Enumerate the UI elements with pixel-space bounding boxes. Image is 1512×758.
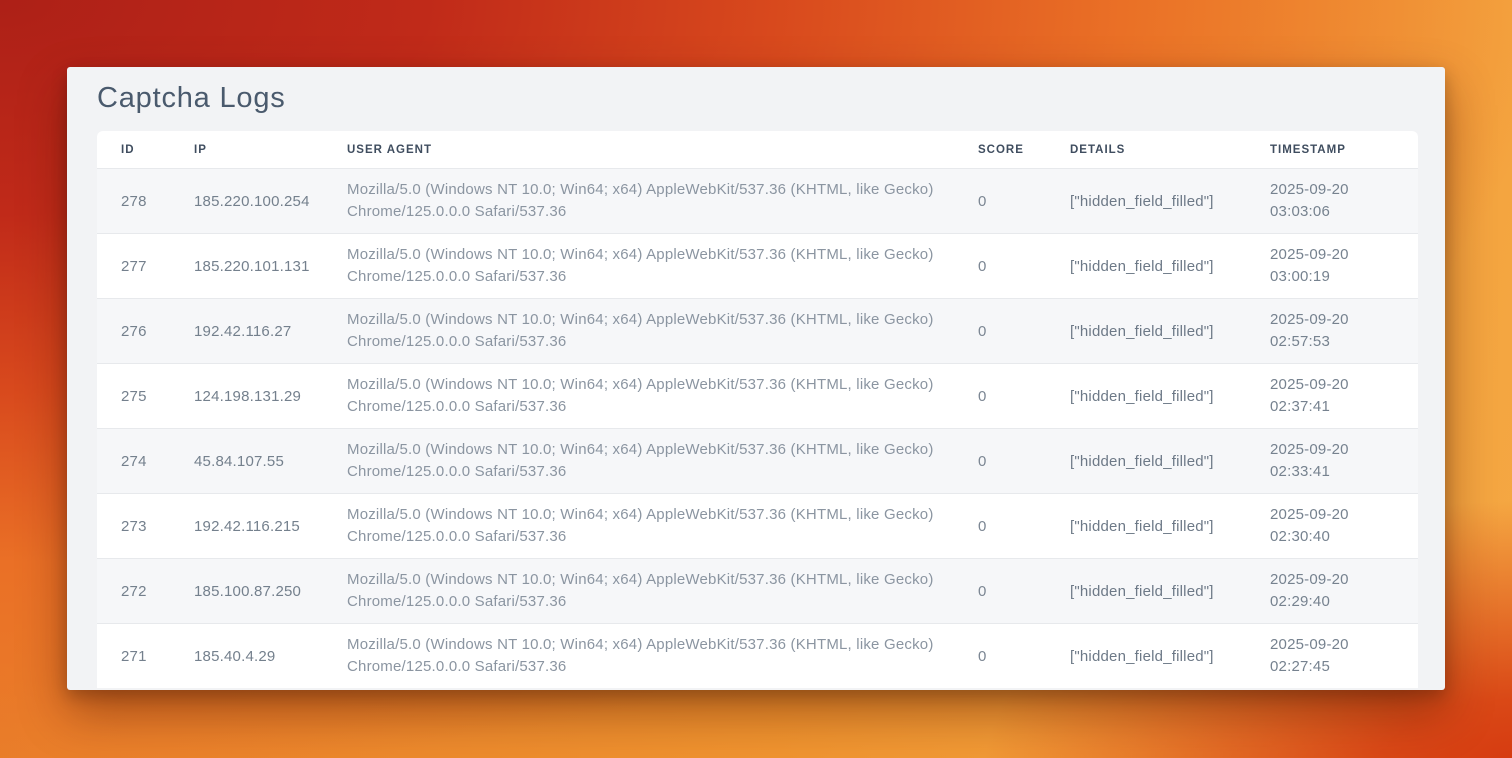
table-row: 271 185.40.4.29 Mozilla/5.0 (Windows NT … (97, 623, 1418, 688)
timestamp-time: 02:27:45 (1270, 656, 1418, 678)
cell-ip: 185.40.4.29 (170, 624, 323, 688)
table-row: 272 185.100.87.250 Mozilla/5.0 (Windows … (97, 558, 1418, 623)
user-agent-line2: Chrome/125.0.0.0 Safari/537.36 (347, 331, 954, 353)
table-body: 278 185.220.100.254 Mozilla/5.0 (Windows… (97, 168, 1418, 688)
cell-timestamp: 2025-09-20 03:00:19 (1246, 234, 1418, 298)
cell-id: 278 (97, 169, 170, 233)
cell-user-agent: Mozilla/5.0 (Windows NT 10.0; Win64; x64… (323, 234, 954, 298)
cell-score: 0 (954, 299, 1046, 363)
cell-score: 0 (954, 169, 1046, 233)
timestamp-date: 2025-09-20 (1270, 634, 1418, 656)
cell-timestamp: 2025-09-20 03:03:06 (1246, 169, 1418, 233)
captcha-logs-table: ID IP USER AGENT SCORE DETAILS TIMESTAMP… (97, 131, 1418, 688)
timestamp-time: 02:57:53 (1270, 331, 1418, 353)
user-agent-line2: Chrome/125.0.0.0 Safari/537.36 (347, 656, 954, 678)
cell-timestamp: 2025-09-20 02:29:40 (1246, 559, 1418, 623)
table-row: 276 192.42.116.27 Mozilla/5.0 (Windows N… (97, 298, 1418, 363)
column-header-details: DETAILS (1046, 131, 1246, 168)
timestamp-time: 02:37:41 (1270, 396, 1418, 418)
cell-score: 0 (954, 234, 1046, 298)
cell-details: ["hidden_field_filled"] (1046, 624, 1246, 688)
cell-ip: 124.198.131.29 (170, 364, 323, 428)
table-row: 274 45.84.107.55 Mozilla/5.0 (Windows NT… (97, 428, 1418, 493)
cell-id: 275 (97, 364, 170, 428)
timestamp-time: 02:30:40 (1270, 526, 1418, 548)
cell-details: ["hidden_field_filled"] (1046, 364, 1246, 428)
cell-score: 0 (954, 624, 1046, 688)
column-header-score: SCORE (954, 131, 1046, 168)
cell-details: ["hidden_field_filled"] (1046, 299, 1246, 363)
timestamp-date: 2025-09-20 (1270, 439, 1418, 461)
cell-score: 0 (954, 494, 1046, 558)
cell-ip: 185.220.100.254 (170, 169, 323, 233)
user-agent-line1: Mozilla/5.0 (Windows NT 10.0; Win64; x64… (347, 569, 954, 591)
column-header-user-agent: USER AGENT (323, 131, 954, 168)
column-header-id: ID (97, 131, 170, 168)
column-header-ip: IP (170, 131, 323, 168)
timestamp-time: 03:00:19 (1270, 266, 1418, 288)
page-title: Captcha Logs (67, 67, 1445, 131)
user-agent-line2: Chrome/125.0.0.0 Safari/537.36 (347, 201, 954, 223)
timestamp-time: 02:29:40 (1270, 591, 1418, 613)
table-row: 275 124.198.131.29 Mozilla/5.0 (Windows … (97, 363, 1418, 428)
user-agent-line2: Chrome/125.0.0.0 Safari/537.36 (347, 396, 954, 418)
user-agent-line2: Chrome/125.0.0.0 Safari/537.36 (347, 526, 954, 548)
cell-id: 276 (97, 299, 170, 363)
cell-details: ["hidden_field_filled"] (1046, 559, 1246, 623)
cell-timestamp: 2025-09-20 02:33:41 (1246, 429, 1418, 493)
user-agent-line2: Chrome/125.0.0.0 Safari/537.36 (347, 591, 954, 613)
timestamp-date: 2025-09-20 (1270, 374, 1418, 396)
cell-user-agent: Mozilla/5.0 (Windows NT 10.0; Win64; x64… (323, 169, 954, 233)
user-agent-line2: Chrome/125.0.0.0 Safari/537.36 (347, 266, 954, 288)
user-agent-line1: Mozilla/5.0 (Windows NT 10.0; Win64; x64… (347, 244, 954, 266)
cell-details: ["hidden_field_filled"] (1046, 494, 1246, 558)
cell-details: ["hidden_field_filled"] (1046, 234, 1246, 298)
table-header-row: ID IP USER AGENT SCORE DETAILS TIMESTAMP (97, 131, 1418, 168)
cell-ip: 192.42.116.27 (170, 299, 323, 363)
timestamp-time: 03:03:06 (1270, 201, 1418, 223)
table-row: 273 192.42.116.215 Mozilla/5.0 (Windows … (97, 493, 1418, 558)
cell-timestamp: 2025-09-20 02:37:41 (1246, 364, 1418, 428)
cell-ip: 45.84.107.55 (170, 429, 323, 493)
cell-timestamp: 2025-09-20 02:30:40 (1246, 494, 1418, 558)
cell-score: 0 (954, 559, 1046, 623)
cell-user-agent: Mozilla/5.0 (Windows NT 10.0; Win64; x64… (323, 624, 954, 688)
cell-details: ["hidden_field_filled"] (1046, 169, 1246, 233)
table-row: 278 185.220.100.254 Mozilla/5.0 (Windows… (97, 168, 1418, 233)
user-agent-line2: Chrome/125.0.0.0 Safari/537.36 (347, 461, 954, 483)
cell-details: ["hidden_field_filled"] (1046, 429, 1246, 493)
cell-score: 0 (954, 429, 1046, 493)
captcha-logs-card: Captcha Logs ID IP USER AGENT SCORE DETA… (67, 67, 1445, 690)
user-agent-line1: Mozilla/5.0 (Windows NT 10.0; Win64; x64… (347, 374, 954, 396)
timestamp-date: 2025-09-20 (1270, 179, 1418, 201)
cell-user-agent: Mozilla/5.0 (Windows NT 10.0; Win64; x64… (323, 429, 954, 493)
cell-ip: 192.42.116.215 (170, 494, 323, 558)
cell-id: 272 (97, 559, 170, 623)
user-agent-line1: Mozilla/5.0 (Windows NT 10.0; Win64; x64… (347, 309, 954, 331)
table-row: 277 185.220.101.131 Mozilla/5.0 (Windows… (97, 233, 1418, 298)
cell-user-agent: Mozilla/5.0 (Windows NT 10.0; Win64; x64… (323, 299, 954, 363)
cell-ip: 185.100.87.250 (170, 559, 323, 623)
cell-id: 273 (97, 494, 170, 558)
column-header-timestamp: TIMESTAMP (1246, 131, 1418, 168)
cell-timestamp: 2025-09-20 02:57:53 (1246, 299, 1418, 363)
cell-id: 271 (97, 624, 170, 688)
timestamp-date: 2025-09-20 (1270, 244, 1418, 266)
timestamp-date: 2025-09-20 (1270, 504, 1418, 526)
user-agent-line1: Mozilla/5.0 (Windows NT 10.0; Win64; x64… (347, 634, 954, 656)
timestamp-date: 2025-09-20 (1270, 569, 1418, 591)
timestamp-date: 2025-09-20 (1270, 309, 1418, 331)
user-agent-line1: Mozilla/5.0 (Windows NT 10.0; Win64; x64… (347, 504, 954, 526)
cell-id: 277 (97, 234, 170, 298)
cell-score: 0 (954, 364, 1046, 428)
cell-user-agent: Mozilla/5.0 (Windows NT 10.0; Win64; x64… (323, 559, 954, 623)
cell-ip: 185.220.101.131 (170, 234, 323, 298)
timestamp-time: 02:33:41 (1270, 461, 1418, 483)
user-agent-line1: Mozilla/5.0 (Windows NT 10.0; Win64; x64… (347, 179, 954, 201)
cell-timestamp: 2025-09-20 02:27:45 (1246, 624, 1418, 688)
cell-user-agent: Mozilla/5.0 (Windows NT 10.0; Win64; x64… (323, 494, 954, 558)
cell-id: 274 (97, 429, 170, 493)
user-agent-line1: Mozilla/5.0 (Windows NT 10.0; Win64; x64… (347, 439, 954, 461)
cell-user-agent: Mozilla/5.0 (Windows NT 10.0; Win64; x64… (323, 364, 954, 428)
